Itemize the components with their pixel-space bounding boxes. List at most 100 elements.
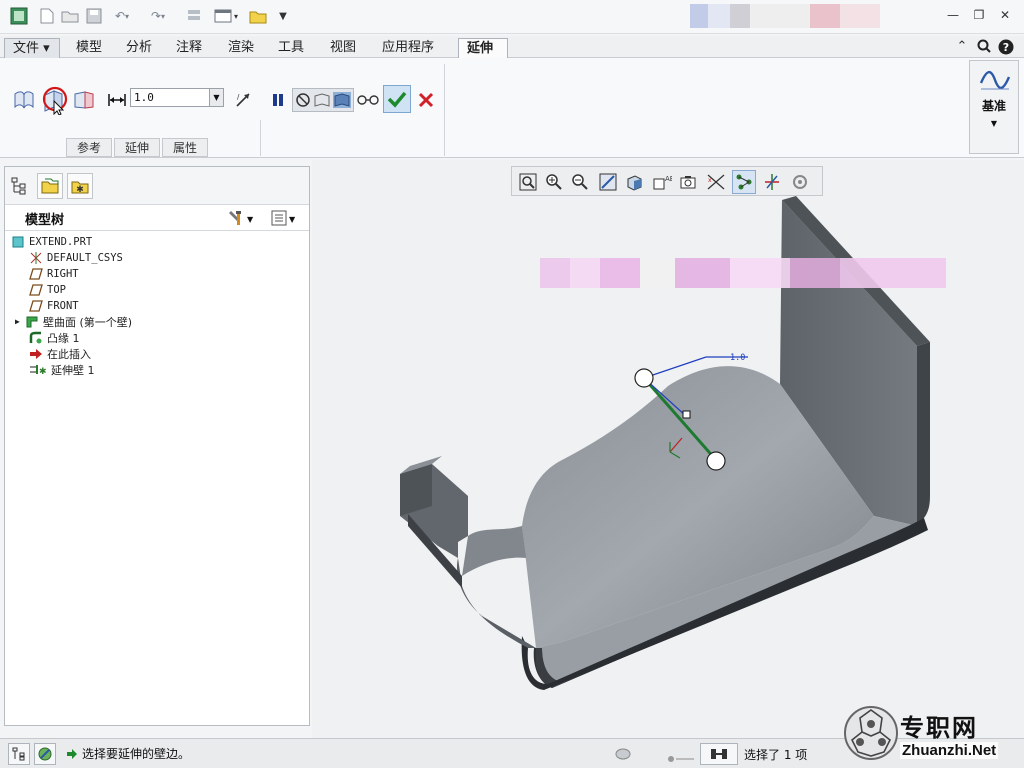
tree-item-wall-surface[interactable]: ▶ 壁曲面 (第一个壁) [15,314,132,329]
app-icon[interactable] [8,6,30,26]
tab-annotate[interactable]: 注释 [168,38,210,58]
chevron-down-icon: ▼ [990,119,998,128]
navigator-toggle-icon[interactable] [8,743,30,765]
extend-up-to-surface-icon[interactable] [72,88,96,112]
expand-arrow-icon[interactable]: ▶ [15,317,25,326]
zoom-in-icon[interactable] [542,170,566,194]
tab-view[interactable]: 视图 [322,38,364,58]
repaint-icon[interactable] [596,170,620,194]
flip-direction-icon[interactable]: / [232,88,254,112]
watermark-logo [842,704,900,765]
tab-applications[interactable]: 应用程序 [374,38,442,58]
favorites-tab[interactable]: ✱ [67,173,93,199]
chevron-down-icon[interactable]: ▼ [209,89,223,106]
dimension-icon [106,88,128,112]
folder-icon[interactable] [248,6,268,26]
model-tree-title: 模型树 [25,213,65,228]
drag-handle[interactable] [634,368,654,388]
watermark-text-cn: 专职网 [900,713,978,742]
display-style-icon[interactable] [622,170,646,194]
datum-plane-icon [29,267,43,281]
open-icon[interactable] [60,6,80,26]
tree-item-label: 延伸壁 1 [51,363,95,377]
browser-toggle-icon[interactable] [34,743,56,765]
arrow-right-icon [66,748,78,760]
close-icon[interactable]: ✕ [996,8,1014,24]
tree-item-insert-here[interactable]: 在此插入 [29,346,91,361]
tree-item-flange[interactable]: 凸缘 1 [29,330,80,345]
tree-item-top-plane[interactable]: TOP [29,282,66,297]
dimension-label[interactable]: 1.0 [730,353,745,363]
collapse-ribbon-icon[interactable]: ⌃ [954,39,970,55]
datum-display-filter-icon[interactable] [732,170,756,194]
refit-icon[interactable] [516,170,540,194]
svg-text:✱: ✱ [76,185,84,195]
watermark-text-en: Zhuanzhi.Net [900,742,999,759]
tree-item-label: DEFAULT_CSYS [47,251,123,264]
no-preview-icon[interactable] [295,92,311,108]
minimize-icon[interactable]: — [944,8,962,24]
tree-item-csys[interactable]: DEFAULT_CSYS [29,250,123,265]
part-icon [11,235,25,249]
windows-icon[interactable]: ▾ [208,6,244,26]
extend-to-plane-icon[interactable] [40,86,70,115]
tab-render[interactable]: 渲染 [220,38,262,58]
dynamic-preview-icon[interactable] [333,92,351,108]
help-icon[interactable]: ? [998,39,1014,55]
datum-button[interactable]: 基准 ▼ [969,60,1019,154]
svg-text:AB: AB [665,175,672,183]
cancel-button[interactable] [414,88,438,112]
regenerate-icon[interactable] [184,6,204,26]
annotation-display-icon[interactable] [788,170,812,194]
extend-distance-input[interactable]: 1.0 ▼ [130,88,224,107]
csys-icon [29,251,43,265]
tab-model[interactable]: 模型 [68,38,110,58]
tree-item-front-plane[interactable]: FRONT [29,298,79,313]
subtab-references[interactable]: 参考 [66,138,113,157]
restore-icon[interactable]: ❐ [970,8,988,24]
zoom-out-icon[interactable] [568,170,592,194]
folder-browser-tab[interactable] [37,173,63,199]
favorites-icon: ✱ [71,181,89,195]
spin-center-icon[interactable] [760,170,784,194]
tab-analysis[interactable]: 分析 [118,38,160,58]
extend-along-surface-icon[interactable] [12,88,36,112]
datum-label: 基准 [981,99,1006,113]
tab-tools[interactable]: 工具 [270,38,312,58]
tree-item-extend-wall[interactable]: ✱ 延伸壁 1 [29,362,95,377]
saved-orientations-icon[interactable]: AB [650,170,674,194]
selection-buffer-icon[interactable] [700,743,738,765]
tab-extend[interactable]: 延伸 [458,38,508,60]
subtab-extend[interactable]: 延伸 [114,138,161,157]
tree-columns-button[interactable]: ▼ [271,210,295,229]
customize-icon[interactable]: ▼ [276,6,290,26]
subtab-properties[interactable]: 属性 [162,138,209,157]
new-icon[interactable] [38,6,56,26]
graphics-toolbar: AB x [511,166,823,196]
selection-count[interactable]: 选择了 1 项 [744,746,807,763]
redo-icon[interactable]: ↷ ▾ [144,6,172,26]
datum-curve-icon [979,67,1011,96]
tab-file[interactable]: 文件 ▾ [4,38,60,58]
view-manager-icon[interactable] [676,170,700,194]
pause-icon[interactable] [268,88,288,112]
graphics-icon[interactable] [614,745,632,766]
verify-glasses-icon[interactable] [356,88,380,112]
ribbon-tab-bar: 文件 ▾ 模型 分析 注释 渲染 工具 视图 应用程序 延伸 ⌃ ? [0,36,1024,60]
save-icon[interactable] [84,6,104,26]
wall-icon [25,315,39,329]
tree-settings-button[interactable]: ▼ [227,210,253,229]
tree-item-right-plane[interactable]: RIGHT [29,266,79,281]
ok-button[interactable] [383,85,411,113]
perspective-icon[interactable]: x [704,170,728,194]
datum-plane-icon [29,283,43,297]
search-icon[interactable] [976,39,992,55]
status-message: 选择要延伸的壁边。 [66,745,190,762]
extend-wall-icon: ✱ [29,363,47,377]
model-tree-tab-icon[interactable] [11,177,27,198]
drag-handle[interactable] [706,451,726,471]
geometry-preview-icon[interactable] [313,92,331,108]
tree-item-part[interactable]: EXTEND.PRT [11,234,92,249]
length-handle[interactable] [682,410,691,419]
undo-icon[interactable]: ↶ ▾ [108,6,136,26]
